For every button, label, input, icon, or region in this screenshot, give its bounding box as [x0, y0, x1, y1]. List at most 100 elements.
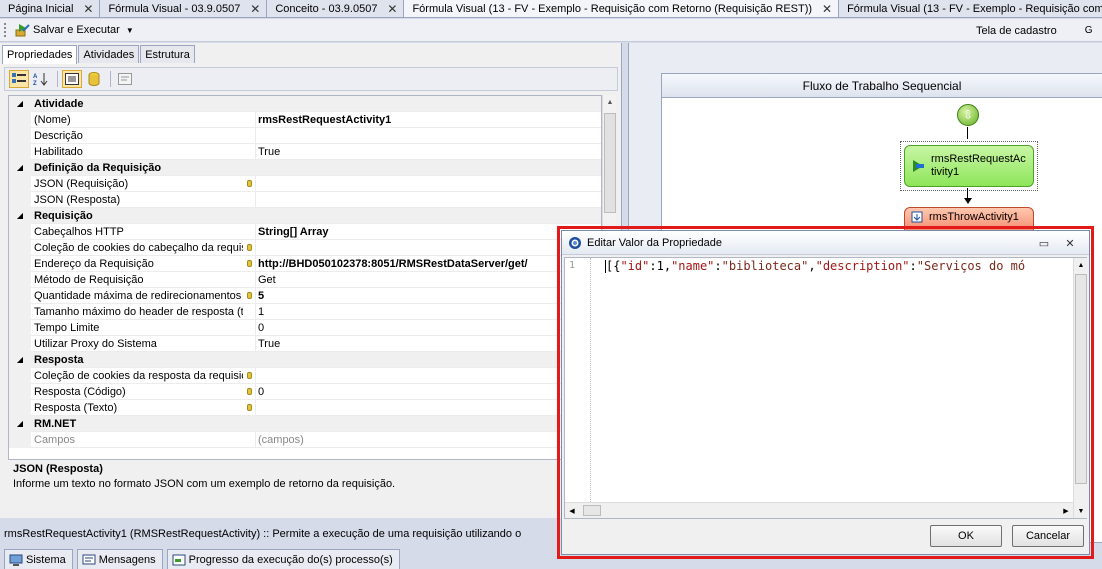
ok-button[interactable]: OK — [930, 525, 1002, 547]
scroll-thumb[interactable] — [583, 505, 601, 516]
collapse-icon[interactable]: ◢ — [9, 159, 31, 176]
scroll-right-icon[interactable]: ▶ — [1059, 503, 1073, 519]
property-category[interactable]: ◢ RM.NET — [9, 415, 601, 432]
editor-vertical-scrollbar[interactable]: ▲ ▼ — [1073, 258, 1087, 518]
restore-icon[interactable]: ▭ — [1035, 235, 1053, 251]
document-tab[interactable]: Fórmula Visual (13 - FV - Exemplo - Requ… — [404, 0, 840, 17]
property-row[interactable]: Coleção de cookies da resposta da requis… — [9, 367, 601, 384]
collapse-icon[interactable]: ◢ — [9, 351, 31, 368]
property-row[interactable]: Coleção de cookies do cabeçalho da requi… — [9, 239, 601, 256]
property-value[interactable]: rmsRestRequestActivity1 — [255, 111, 601, 128]
property-row[interactable]: Quantidade máxima de redirecionamentos d… — [9, 287, 601, 304]
svg-text:A: A — [33, 74, 38, 80]
property-value[interactable]: (campos) — [255, 431, 601, 448]
property-category[interactable]: ◢ Atividade — [9, 96, 601, 112]
property-row[interactable]: Resposta (Código) 0 — [9, 383, 601, 400]
tab-structure[interactable]: Estrutura — [140, 45, 195, 63]
document-tab[interactable]: Conceito - 03.9.0507 ✕ — [267, 0, 405, 17]
scroll-up-icon[interactable]: ▲ — [603, 95, 617, 109]
property-value[interactable]: http://BHD050102378:8051/RMSRestDataServ… — [255, 255, 601, 272]
collapse-icon[interactable]: ◢ — [9, 207, 31, 224]
tab-activities[interactable]: Atividades — [78, 45, 140, 63]
property-row[interactable]: (Nome) rmsRestRequestActivity1 — [9, 111, 601, 128]
document-tab[interactable]: Fórmula Visual (13 - FV - Exemplo - Requ… — [839, 0, 1102, 17]
property-row[interactable]: Tamanho máximo do header de resposta (ta… — [9, 303, 601, 320]
property-value[interactable]: True — [255, 335, 601, 352]
close-icon[interactable]: ✕ — [81, 2, 95, 16]
property-row[interactable]: Tempo Limite 0 — [9, 319, 601, 336]
flag-spacer — [243, 128, 255, 144]
property-value[interactable] — [255, 239, 601, 256]
collapse-icon[interactable]: ◢ — [9, 96, 31, 112]
database-icon — [243, 368, 255, 384]
property-row[interactable]: JSON (Requisição) — [9, 175, 601, 192]
cancel-button[interactable]: Cancelar — [1012, 525, 1084, 547]
tab-properties[interactable]: Propriedades — [2, 45, 78, 64]
property-row[interactable]: Campos (campos) — [9, 431, 601, 448]
property-row[interactable]: JSON (Resposta) — [9, 191, 601, 208]
activity1-name-line1: rmsRestRequestAc — [931, 153, 1026, 165]
json-editor[interactable]: 1 [{"id":1,"name":"biblioteca","descript… — [564, 257, 1087, 519]
chevron-down-icon[interactable]: ▼ — [126, 26, 134, 35]
code-comma: , — [663, 259, 672, 273]
property-row[interactable]: Endereço da Requisição http://BHD05010237… — [9, 255, 601, 272]
property-row[interactable]: Método de Requisição Get — [9, 271, 601, 288]
property-row[interactable]: Utilizar Proxy do Sistema True — [9, 335, 601, 352]
property-category[interactable]: ◢ Requisição — [9, 207, 601, 224]
collapse-icon[interactable]: ◢ — [9, 415, 31, 432]
property-value[interactable] — [255, 127, 601, 144]
property-value[interactable] — [255, 399, 601, 416]
property-value[interactable] — [255, 367, 601, 384]
property-name: Resposta (Código) — [34, 385, 126, 398]
scroll-thumb[interactable] — [604, 113, 616, 213]
property-value[interactable]: 0 — [255, 383, 601, 400]
json-code-line[interactable]: [{"id":1,"name":"biblioteca","descriptio… — [605, 258, 1073, 502]
property-category[interactable]: ◢ Resposta — [9, 351, 601, 368]
start-icon[interactable]: ⇩ — [957, 104, 979, 126]
scroll-up-icon[interactable]: ▲ — [1074, 258, 1088, 272]
categorized-view-button[interactable] — [9, 70, 29, 88]
tab-system[interactable]: Sistema — [4, 549, 73, 569]
document-tab[interactable]: Página Inicial ✕ — [0, 0, 101, 17]
property-row[interactable]: Habilitado True — [9, 143, 601, 160]
property-name: Endereço da Requisição — [34, 257, 154, 270]
close-icon[interactable]: ✕ — [820, 2, 834, 16]
close-icon[interactable]: ✕ — [385, 2, 399, 16]
editor-horizontal-scrollbar[interactable]: ◀ ▶ — [565, 502, 1073, 518]
close-icon[interactable]: ✕ — [1061, 235, 1079, 251]
scroll-left-icon[interactable]: ◀ — [565, 503, 579, 519]
database-button[interactable] — [84, 70, 104, 88]
property-pages-button[interactable] — [115, 70, 135, 88]
properties-view-button[interactable] — [62, 70, 82, 88]
save-execute-button[interactable]: Salvar e Executar ▼ — [14, 22, 134, 38]
property-value[interactable]: String[] Array — [255, 223, 601, 240]
property-value[interactable] — [255, 191, 601, 208]
tab-process-progress[interactable]: Progresso da execução do(s) processo(s) — [166, 549, 400, 569]
scroll-down-icon[interactable]: ▼ — [1074, 504, 1088, 518]
close-icon[interactable]: ✕ — [248, 2, 262, 16]
property-value[interactable]: 5 — [255, 287, 601, 304]
property-value[interactable]: 0 — [255, 319, 601, 336]
view-select[interactable]: Tela de cadastro G — [972, 19, 1093, 42]
dialog-titlebar[interactable]: Editar Valor da Propriedade ▭ ✕ — [562, 231, 1089, 255]
document-tabs: Página Inicial ✕ Fórmula Visual - 03.9.050… — [0, 0, 1102, 18]
property-name: Método de Requisição — [34, 273, 144, 286]
property-value[interactable]: 1 — [255, 303, 601, 320]
property-name: Descrição — [34, 129, 83, 142]
property-value[interactable]: Get — [255, 271, 601, 288]
scroll-thumb[interactable] — [1075, 274, 1087, 484]
property-row[interactable]: Resposta (Texto) — [9, 399, 601, 416]
document-tab[interactable]: Fórmula Visual - 03.9.0507 ✕ — [100, 0, 268, 17]
property-value[interactable]: True — [255, 143, 601, 160]
property-value[interactable] — [255, 175, 601, 192]
rest-request-activity[interactable]: rmsRestRequestAc tivity1 — [904, 145, 1034, 187]
flag-spacer — [243, 144, 255, 160]
overflow-icon[interactable]: G — [1085, 25, 1093, 36]
row-gutter — [9, 319, 31, 336]
property-row[interactable]: Cabeçalhos HTTP String[] Array — [9, 223, 601, 240]
row-gutter — [9, 287, 31, 304]
property-row[interactable]: Descrição — [9, 127, 601, 144]
sort-alpha-button[interactable]: A Z — [31, 70, 51, 88]
property-category[interactable]: ◢ Definição da Requisição — [9, 159, 601, 176]
tab-messages[interactable]: Mensagens — [76, 549, 163, 569]
